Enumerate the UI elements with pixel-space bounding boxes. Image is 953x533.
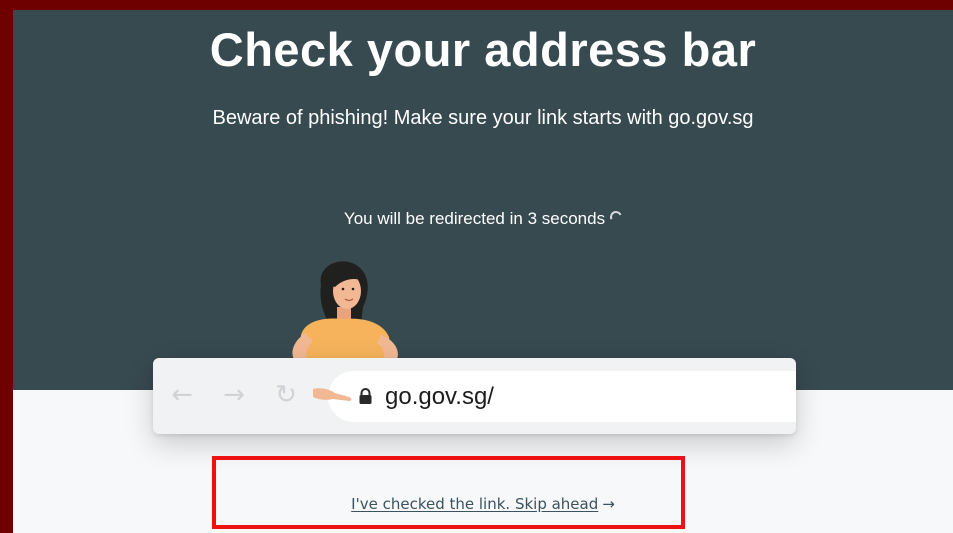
url-field: go.gov.sg/	[328, 371, 796, 422]
reload-icon: ↻	[275, 380, 297, 410]
back-arrow-icon: ←	[171, 380, 193, 410]
browser-address-bar: ← → ↻ go.gov.sg/	[153, 358, 796, 434]
page-frame: Check your address bar Beware of phishin…	[13, 10, 953, 533]
hero-section: Check your address bar Beware of phishin…	[13, 10, 953, 390]
pointing-hand-illustration	[313, 388, 352, 401]
forward-arrow-icon: →	[223, 380, 245, 410]
url-text: go.gov.sg/	[385, 383, 494, 410]
highlight-box	[212, 456, 685, 529]
lock-icon	[359, 388, 372, 404]
phishing-warning: Beware of phishing! Make sure your link …	[212, 107, 754, 129]
page-title: Check your address bar	[209, 23, 757, 76]
redirect-notice: You will be redirected in 3 seconds	[13, 208, 953, 230]
redirect-text: You will be redirected in 3 seconds	[343, 209, 606, 228]
loading-spinner-icon	[608, 209, 624, 225]
